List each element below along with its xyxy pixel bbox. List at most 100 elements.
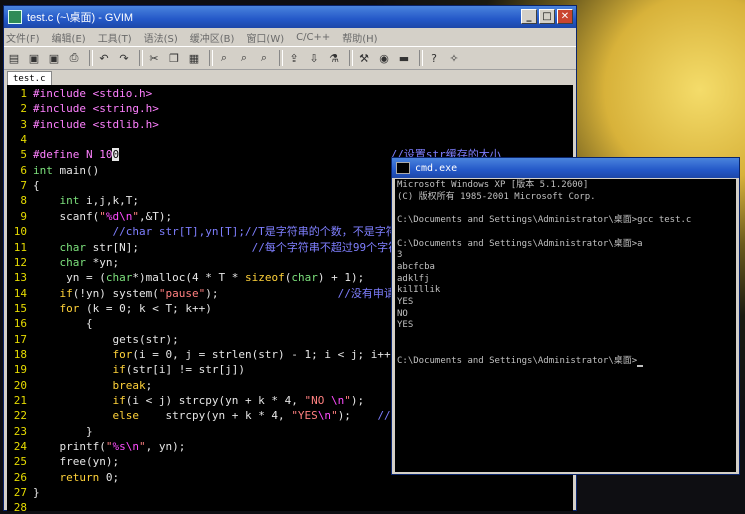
code-token: for (112, 347, 133, 361)
maximize-button[interactable]: □ (539, 9, 555, 24)
menu-help[interactable]: 帮助(H) (342, 30, 377, 45)
menu-buffers[interactable]: 缓冲区(B) (190, 30, 235, 45)
code-text: break; (33, 378, 152, 393)
load-session-icon[interactable]: ⇪ (286, 50, 302, 66)
console-line: C:\Documents and Settings\Administrator\… (397, 215, 692, 226)
find-replace-icon[interactable]: ⌕ (216, 50, 232, 66)
save-session-icon[interactable]: ⇩ (306, 50, 322, 66)
menu-edit[interactable]: 编辑(E) (52, 30, 86, 45)
code-line: 1 #include <stdio.h> (7, 86, 567, 101)
make-icon[interactable]: ⚒ (356, 50, 372, 66)
code-text: { (33, 316, 93, 331)
menu-file[interactable]: 文件(F) (6, 30, 40, 45)
copy-icon[interactable]: ❐ (166, 50, 182, 66)
tags-icon[interactable]: ▬ (396, 50, 412, 66)
line-number: 12 (13, 255, 27, 269)
redo-icon[interactable]: ↷ (116, 50, 132, 66)
code-text: int main() (33, 163, 99, 178)
code-token: ,&T); (138, 209, 173, 223)
code-token: yn = ( (33, 271, 106, 285)
code-token: } (33, 424, 93, 438)
line-number: 1 (20, 87, 27, 100)
toolbar-separator (279, 50, 283, 66)
line-number: 24 (13, 440, 27, 454)
print-icon[interactable]: ⎙ (66, 50, 82, 66)
code-token: { (33, 317, 93, 331)
code-text: if(str[i] != str[j]) (33, 362, 244, 377)
find-prev-icon[interactable]: ⌕ (256, 50, 272, 66)
save-icon[interactable]: ▣ (26, 50, 42, 66)
menu-tools[interactable]: 工具(T) (98, 30, 132, 45)
close-button[interactable]: ✕ (557, 9, 573, 24)
console-line: C:\Documents and Settings\Administrator\… (397, 356, 644, 367)
minimize-button[interactable]: _ (521, 9, 537, 24)
console-line: (C) 版权所有 1985-2001 Microsoft Corp. (397, 191, 596, 202)
console-line: C:\Documents and Settings\Administrator\… (397, 238, 643, 249)
tab-test-c[interactable]: test.c (7, 71, 52, 86)
cmd-window[interactable]: cmd.exe Microsoft Windows XP [版本 5.1.260… (391, 157, 740, 475)
code-token: char (59, 255, 87, 269)
code-token: str[N]; (86, 240, 252, 254)
gvim-titlebar[interactable]: test.c (~\桌面) - GVIM _ □ ✕ (4, 6, 576, 28)
code-token: if (59, 286, 73, 300)
undo-icon[interactable]: ↶ (96, 50, 112, 66)
code-token: "YES (291, 409, 318, 423)
line-number: 22 (13, 409, 27, 423)
line-number: 23 (13, 424, 27, 438)
menu-cpp[interactable]: C/C++ (296, 32, 330, 43)
code-token: int (33, 163, 53, 177)
code-token: scanf( (33, 209, 100, 223)
code-token: *yn; (86, 255, 120, 269)
code-text: #include <string.h> (33, 101, 159, 116)
code-token: return (59, 470, 100, 484)
code-token: gets(str); (33, 332, 179, 346)
shell-icon[interactable]: ◉ (376, 50, 392, 66)
cut-icon[interactable]: ✂ (146, 50, 162, 66)
find-next-icon[interactable]: ⌕ (236, 50, 252, 66)
code-token: else (112, 409, 139, 423)
code-text: int i,j,k,T; (33, 193, 139, 208)
console-line: kilIllik (397, 285, 441, 296)
code-token: " (331, 409, 338, 423)
gvim-title-text: test.c (~\桌面) - GVIM (27, 12, 134, 24)
line-number: 25 (13, 455, 27, 469)
console-cursor (637, 364, 644, 367)
code-token: " (132, 209, 139, 223)
console-output[interactable]: Microsoft Windows XP [版本 5.1.2600] (C) 版权… (395, 179, 736, 472)
line-number: 11 (13, 240, 27, 254)
console-line: 3 (397, 250, 403, 261)
run-script-icon[interactable]: ⚗ (326, 50, 342, 66)
menu-syntax[interactable]: 语法(S) (144, 30, 178, 45)
code-text: for (k = 0; k < T; k++) (33, 301, 212, 316)
console-line: YES (397, 297, 414, 307)
code-token: "NO (304, 394, 332, 407)
paste-icon[interactable]: ▦ (186, 50, 202, 66)
code-token: , yn); (145, 440, 186, 454)
help-icon[interactable]: ? (426, 50, 442, 66)
open-icon[interactable]: ▤ (6, 50, 22, 66)
code-token: main() (52, 163, 100, 177)
code-line: 4 (7, 132, 567, 147)
line-number: 27 (13, 486, 27, 500)
code-text: scanf("%d\n",&T); (33, 209, 172, 224)
code-text: if(i < j) strcpy(yn + k * 4, "NO \n"); /… (33, 393, 450, 408)
save-all-icon[interactable]: ▣ (46, 50, 62, 66)
code-text: if(!yn) system("pause"); //没有申请成功 (33, 286, 417, 301)
console-line: NO (397, 308, 408, 319)
cmd-titlebar[interactable]: cmd.exe (392, 158, 739, 178)
code-line: 2 #include <string.h> (7, 101, 567, 116)
line-number: 19 (13, 363, 27, 377)
code-text: for(i = 0, j = strlen(str) - 1; i < j; i… (33, 347, 430, 362)
code-text: printf("%s\n", yn); (33, 439, 185, 454)
code-token: int (59, 194, 80, 208)
code-text: } (33, 424, 93, 439)
code-token: i,j,k,T; (79, 194, 139, 208)
code-token: char (105, 271, 133, 285)
menu-window[interactable]: 窗口(W) (246, 30, 284, 45)
find-help-icon[interactable]: ✧ (446, 50, 462, 66)
